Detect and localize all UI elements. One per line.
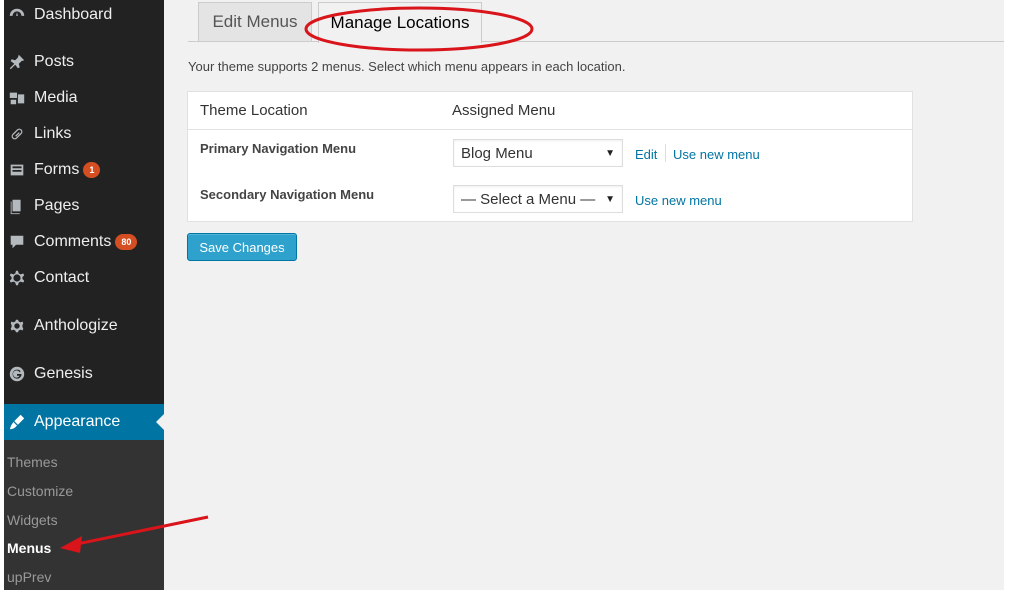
menu-description: Your theme supports 2 menus. Select whic…	[188, 59, 626, 74]
select-value: Blog Menu	[461, 144, 533, 162]
sidebar-item-comments[interactable]: Comments 80	[4, 225, 164, 259]
submenu-item-customize[interactable]: Customize	[7, 483, 73, 499]
tabs-divider	[188, 41, 1004, 42]
main-content: Edit Menus Manage Locations Your theme s…	[164, 0, 1004, 590]
forms-icon	[6, 159, 28, 181]
sidebar-item-links[interactable]: Links	[4, 117, 164, 151]
sidebar-item-label: Anthologize	[34, 317, 118, 334]
submenu-item-themes[interactable]: Themes	[7, 454, 58, 470]
sidebar-item-label: Media	[34, 89, 78, 106]
dropdown-arrow-icon: ▼	[605, 148, 615, 159]
media-icon	[6, 87, 28, 109]
sidebar-item-anthologize[interactable]: Anthologize	[4, 309, 164, 343]
pin-icon	[6, 51, 28, 73]
dashboard-icon	[6, 4, 28, 26]
gear-icon	[6, 267, 28, 289]
current-menu-pointer	[156, 414, 164, 430]
sidebar-item-label: Genesis	[34, 365, 93, 382]
save-changes-button[interactable]: Save Changes	[187, 233, 297, 261]
admin-sidebar: Dashboard Posts Media Links Forms 1 Page…	[4, 0, 164, 590]
menu-locations-table: Theme Location Assigned Menu Primary Nav…	[187, 91, 913, 222]
sidebar-item-label: Posts	[34, 53, 75, 70]
sidebar-item-label: Forms	[34, 161, 80, 178]
sidebar-item-posts[interactable]: Posts	[4, 45, 164, 79]
sidebar-item-label: Pages	[34, 197, 80, 214]
submenu-item-menus[interactable]: Menus	[7, 540, 51, 556]
submenu-item-upprev[interactable]: upPrev	[7, 569, 51, 585]
comment-icon	[6, 231, 28, 253]
table-header: Theme Location Assigned Menu	[188, 92, 912, 130]
forms-count-badge: 1	[83, 162, 101, 178]
location-label-primary: Primary Navigation Menu	[200, 141, 357, 156]
sidebar-item-label: Appearance	[34, 413, 121, 430]
gear-icon	[6, 315, 28, 337]
link-icon	[6, 123, 28, 145]
sidebar-item-dashboard[interactable]: Dashboard	[4, 0, 164, 32]
tab-manage-locations[interactable]: Manage Locations	[318, 2, 482, 43]
pages-icon	[6, 195, 28, 217]
genesis-icon	[6, 363, 28, 385]
sidebar-item-label: Links	[34, 125, 72, 142]
tab-edit-menus[interactable]: Edit Menus	[198, 2, 312, 41]
column-theme-location: Theme Location	[200, 102, 308, 119]
sidebar-item-appearance[interactable]: Appearance	[4, 404, 164, 440]
select-value: — Select a Menu —	[461, 190, 596, 208]
sidebar-item-genesis[interactable]: Genesis	[4, 357, 164, 391]
sidebar-item-media[interactable]: Media	[4, 81, 164, 115]
primary-menu-select[interactable]: Blog Menu ▼	[453, 139, 623, 167]
secondary-menu-select[interactable]: — Select a Menu — ▼	[453, 185, 623, 213]
use-new-menu-link-secondary[interactable]: Use new menu	[635, 193, 722, 208]
comments-count-badge: 80	[115, 234, 138, 250]
sidebar-item-contact[interactable]: Contact	[4, 261, 164, 295]
use-new-menu-link-primary[interactable]: Use new menu	[673, 147, 760, 162]
sidebar-item-pages[interactable]: Pages	[4, 189, 164, 223]
link-separator	[665, 144, 666, 162]
location-label-secondary: Secondary Navigation Menu	[200, 187, 375, 202]
sidebar-item-label: Contact	[34, 269, 90, 286]
sidebar-item-forms[interactable]: Forms 1	[4, 153, 164, 187]
dropdown-arrow-icon: ▼	[605, 194, 615, 205]
sidebar-item-label: Comments	[34, 233, 112, 250]
submenu-item-widgets[interactable]: Widgets	[7, 512, 58, 528]
edit-menu-link[interactable]: Edit	[635, 147, 657, 162]
sidebar-item-label: Dashboard	[34, 6, 113, 23]
appearance-submenu: Themes Customize Widgets Menus upPrev	[4, 440, 164, 590]
column-assigned-menu: Assigned Menu	[452, 102, 556, 119]
brush-icon	[6, 411, 28, 433]
bottom-margin	[0, 590, 1009, 595]
